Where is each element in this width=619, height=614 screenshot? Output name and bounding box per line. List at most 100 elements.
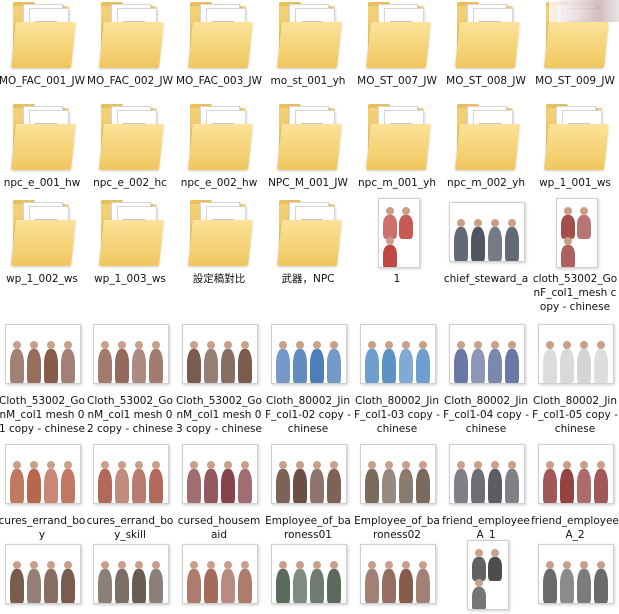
folder-item[interactable]: wp_1_003_ws	[86, 198, 174, 286]
folder-item[interactable]: npc_m_002_yh	[442, 102, 530, 190]
file-name-label: chief_steward_a	[443, 273, 529, 285]
image-file-item[interactable]: friend_employeeA_1	[442, 440, 530, 542]
folder-icon	[360, 102, 434, 174]
folder-item[interactable]: MO_ST_008_JW	[442, 0, 530, 88]
image-file-item[interactable]: cures_errand_boy	[0, 440, 86, 542]
folder-item[interactable]: MO_FAC_003_JW	[175, 0, 263, 88]
image-file-item[interactable]	[353, 540, 441, 614]
folder-icon	[93, 102, 167, 174]
file-name-label: npc_e_002_hc	[93, 177, 167, 189]
image-thumbnail-icon	[271, 440, 347, 512]
image-file-item[interactable]	[264, 540, 352, 614]
image-thumbnail-icon	[5, 540, 81, 612]
image-file-item[interactable]: cures_errand_boy_skill	[86, 440, 174, 542]
file-name-label: Cloth_53002_GonM_col1 mesh 02 copy - chi…	[87, 395, 173, 435]
folder-item[interactable]: npc_m_001_yh	[353, 102, 441, 190]
image-thumbnail-icon	[538, 320, 614, 392]
file-name-label: Employee_of_baroness01	[265, 515, 351, 541]
image-thumbnail-icon	[449, 320, 525, 392]
image-thumbnail-icon	[182, 320, 258, 392]
file-name-label: npc_m_002_yh	[447, 177, 525, 189]
file-name-label: npc_e_001_hw	[3, 177, 81, 189]
image-thumbnail-icon	[360, 540, 436, 612]
image-thumbnail-icon	[538, 540, 614, 612]
image-file-item[interactable]: Employee_of_baroness02	[353, 440, 441, 542]
folder-icon	[271, 102, 345, 174]
image-file-item[interactable]: Cloth_53002_GonM_col1 mesh 01 copy - chi…	[0, 320, 86, 436]
file-name-label: 1	[393, 273, 401, 285]
folder-item[interactable]: 武器，NPC	[264, 198, 352, 286]
image-thumbnail-icon	[93, 540, 169, 612]
file-name-label: wp_1_001_ws	[539, 177, 611, 189]
image-file-item[interactable]	[531, 540, 619, 614]
folder-item[interactable]: wp_1_002_ws	[0, 198, 86, 286]
image-file-item[interactable]	[442, 540, 530, 614]
folder-item[interactable]: MO_ST_007_JW	[353, 0, 441, 88]
file-name-label: 武器，NPC	[281, 273, 335, 285]
image-file-item[interactable]: Employee_of_baroness01	[264, 440, 352, 542]
folder-item[interactable]: 設定稿對比	[175, 198, 263, 286]
image-file-item[interactable]	[86, 540, 174, 614]
folder-item[interactable]: wp_1_001_ws	[531, 102, 619, 190]
image-thumbnail-icon	[182, 540, 258, 612]
image-file-item[interactable]: Cloth_80002_JinF_col1-05 copy - chinese	[531, 320, 619, 436]
folder-icon	[182, 0, 256, 72]
folder-icon	[271, 198, 345, 270]
image-thumbnail-icon	[360, 320, 436, 392]
folder-icon	[271, 0, 345, 72]
folder-item[interactable]: MO_FAC_001_JW	[0, 0, 86, 88]
file-name-label: mo_st_001_yh	[270, 75, 346, 87]
image-file-item[interactable]	[175, 540, 263, 614]
folder-icon	[449, 102, 523, 174]
folder-icon	[449, 0, 523, 72]
image-thumbnail-icon	[449, 540, 523, 612]
file-name-label: MO_FAC_002_JW	[87, 75, 173, 87]
file-name-label: MO_ST_007_JW	[357, 75, 437, 87]
image-file-item[interactable]	[0, 540, 86, 614]
image-file-item[interactable]: Cloth_53002_GonM_col1 mesh 03 copy - chi…	[175, 320, 263, 436]
image-thumbnail-icon	[538, 198, 612, 270]
image-thumbnail-icon	[449, 440, 525, 512]
file-name-label: wp_1_003_ws	[94, 273, 166, 285]
file-name-label: Employee_of_baroness02	[354, 515, 440, 541]
image-thumbnail-icon	[271, 320, 347, 392]
file-name-label: MO_ST_008_JW	[446, 75, 526, 87]
image-thumbnail-icon	[360, 440, 436, 512]
folder-item[interactable]: NPC_M_001_JW	[264, 102, 352, 190]
file-name-label: MO_FAC_003_JW	[176, 75, 262, 87]
image-file-item[interactable]: friend_employeeA_2	[531, 440, 619, 542]
image-file-item[interactable]: chief_steward_a	[442, 198, 530, 286]
file-name-label: cures_errand_boy_skill	[86, 515, 174, 541]
image-thumbnail-icon	[182, 440, 258, 512]
file-name-label: Cloth_80002_JinF_col1-02 copy - chinese	[265, 395, 351, 435]
image-file-item[interactable]: cursed_housemaid	[175, 440, 263, 542]
image-file-item[interactable]: 1	[353, 198, 441, 286]
folder-icon	[538, 102, 612, 174]
image-file-item[interactable]: Cloth_80002_JinF_col1-03 copy - chinese	[353, 320, 441, 436]
image-thumbnail-icon	[271, 540, 347, 612]
file-name-label: friend_employeeA_1	[442, 515, 530, 541]
image-thumbnail-icon	[449, 198, 525, 270]
folder-icon	[5, 198, 79, 270]
file-name-label: MO_FAC_001_JW	[0, 75, 85, 87]
folder-item[interactable]: npc_e_001_hw	[0, 102, 86, 190]
file-name-label: Cloth_80002_JinF_col1-03 copy - chinese	[354, 395, 440, 435]
image-thumbnail-icon	[93, 440, 169, 512]
file-name-label: wp_1_002_ws	[6, 273, 78, 285]
folder-item[interactable]: npc_e_002_hc	[86, 102, 174, 190]
image-file-item[interactable]: cloth_53002_GonF_col1_mesh copy - chines…	[531, 198, 619, 314]
folder-item[interactable]: mo_st_001_yh	[264, 0, 352, 88]
image-file-item[interactable]: Cloth_80002_JinF_col1-02 copy - chinese	[264, 320, 352, 436]
folder-item[interactable]: npc_e_002_hw	[175, 102, 263, 190]
folder-item[interactable]: MO_FAC_002_JW	[86, 0, 174, 88]
image-thumbnail-icon	[5, 320, 81, 392]
file-name-label: Cloth_80002_JinF_col1-05 copy - chinese	[532, 395, 618, 435]
image-file-item[interactable]: Cloth_80002_JinF_col1-04 copy - chinese	[442, 320, 530, 436]
image-file-item[interactable]: Cloth_53002_GonM_col1 mesh 02 copy - chi…	[86, 320, 174, 436]
folder-icon	[5, 102, 79, 174]
file-name-label: npc_m_001_yh	[358, 177, 436, 189]
file-name-label: Cloth_53002_GonM_col1 mesh 03 copy - chi…	[176, 395, 262, 435]
folder-icon	[182, 198, 256, 270]
folder-icon	[182, 102, 256, 174]
file-grid: MO_FAC_001_JW MO_FAC_002_JW MO_FAC_003_JW m…	[0, 0, 619, 610]
